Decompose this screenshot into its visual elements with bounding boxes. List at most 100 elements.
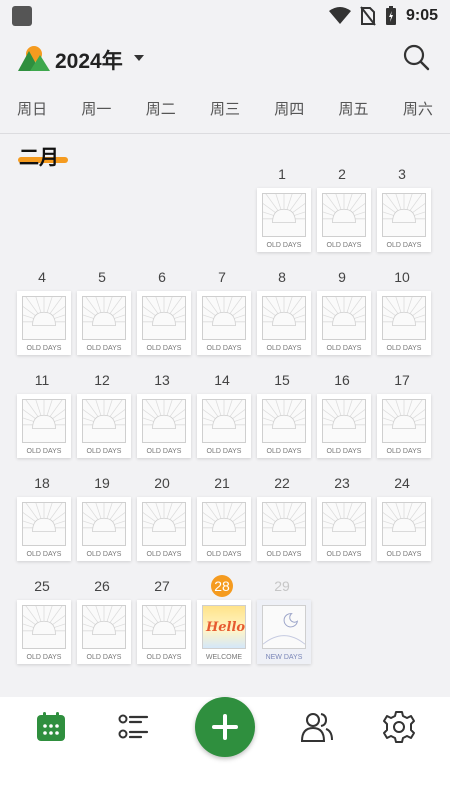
weekday-label: 周三 (209, 101, 240, 118)
stamp-label: OLD DAYS (146, 551, 182, 558)
stamp-label: NEW DAYS (265, 654, 303, 661)
day-stamp[interactable]: OLD DAYS (197, 497, 251, 561)
day-number: 7 (218, 269, 226, 285)
day-stamp[interactable]: OLD DAYS (17, 497, 71, 561)
stamp-label: OLD DAYS (266, 242, 302, 249)
day-number: 10 (394, 269, 410, 285)
weekday-label: 周四 (274, 101, 305, 118)
calendar-icon[interactable] (34, 710, 68, 744)
sunburst-stamp-image (202, 502, 246, 546)
stamp-label: OLD DAYS (206, 345, 242, 352)
day-number: 26 (94, 578, 110, 594)
hello-text: Hello (206, 620, 246, 635)
add-entry-button[interactable] (195, 697, 255, 757)
day-stamp[interactable]: OLD DAYS (17, 600, 71, 664)
day-stamp[interactable]: OLD DAYS (377, 497, 431, 561)
day-number: 11 (34, 372, 50, 388)
day-stamp[interactable]: OLD DAYS (137, 497, 191, 561)
weekday-label: 周六 (402, 101, 433, 118)
today-day-number: 28 (214, 578, 230, 594)
sunburst-stamp-image (322, 502, 366, 546)
chevron-down-icon[interactable] (134, 55, 144, 61)
weekday-label: 周一 (81, 101, 112, 118)
sunburst-stamp-image (82, 296, 126, 340)
day-stamp[interactable]: OLD DAYS (77, 600, 131, 664)
day-stamp[interactable]: OLD DAYS (137, 291, 191, 355)
wifi-icon (328, 7, 351, 24)
stamp-label: OLD DAYS (386, 551, 422, 558)
stamp-label: OLD DAYS (326, 242, 362, 249)
stamp-label: OLD DAYS (386, 242, 422, 249)
gear-icon[interactable] (382, 710, 416, 744)
day-number: 15 (274, 372, 290, 388)
search-icon[interactable] (402, 43, 430, 71)
sunburst-stamp-image (262, 502, 306, 546)
year-selector[interactable]: 2024年 (55, 45, 123, 75)
sunburst-stamp-image (382, 502, 426, 546)
stamp-label: OLD DAYS (266, 345, 302, 352)
no-sim-icon (360, 6, 376, 26)
day-stamp[interactable]: OLD DAYS (257, 497, 311, 561)
sunburst-stamp-image (202, 296, 246, 340)
day-stamp[interactable]: OLD DAYS (17, 291, 71, 355)
weekday-label: 周日 (17, 101, 48, 118)
sunburst-stamp-image (262, 296, 306, 340)
day-stamp[interactable]: OLD DAYS (17, 394, 71, 458)
day-stamp[interactable]: OLD DAYS (317, 291, 371, 355)
day-stamp[interactable]: OLD DAYS (377, 291, 431, 355)
weekday-header: 周日 周一 周二 周三 周四 周五 周六 (0, 90, 450, 130)
sunburst-stamp-image (262, 193, 306, 237)
day-stamp[interactable]: OLD DAYS (317, 188, 371, 252)
day-number: 22 (274, 475, 290, 491)
today-stamp[interactable]: Hello WELCOME (197, 600, 251, 664)
stamp-label: OLD DAYS (86, 551, 122, 558)
stamp-label: OLD DAYS (26, 345, 62, 352)
mountain-sun-logo-icon (18, 46, 50, 71)
people-icon[interactable] (300, 710, 334, 744)
stamp-label: OLD DAYS (326, 551, 362, 558)
day-number: 24 (394, 475, 410, 491)
day-stamp[interactable]: OLD DAYS (137, 394, 191, 458)
sunburst-stamp-image (262, 605, 306, 649)
stamp-label: OLD DAYS (326, 448, 362, 455)
stamp-label: OLD DAYS (86, 345, 122, 352)
day-number: 16 (334, 372, 350, 388)
day-stamp[interactable]: OLD DAYS (77, 394, 131, 458)
day-stamp[interactable]: OLD DAYS (197, 291, 251, 355)
day-number: 2 (338, 166, 346, 182)
stamp-label: OLD DAYS (266, 551, 302, 558)
sunburst-stamp-image (322, 399, 366, 443)
day-stamp[interactable]: OLD DAYS (257, 394, 311, 458)
day-number: 9 (338, 269, 346, 285)
sunburst-stamp-image (322, 193, 366, 237)
weekday-label: 周二 (145, 101, 176, 118)
day-number: 1 (278, 166, 286, 182)
sunburst-stamp-image (22, 296, 66, 340)
day-stamp[interactable]: OLD DAYS (77, 497, 131, 561)
day-stamp[interactable]: OLD DAYS (317, 394, 371, 458)
hello-stamp-image: Hello (202, 605, 246, 649)
day-number: 27 (154, 578, 170, 594)
future-stamp[interactable]: NEW DAYS (257, 600, 311, 664)
day-number: 13 (154, 372, 170, 388)
sunburst-stamp-image (82, 399, 126, 443)
day-stamp[interactable]: OLD DAYS (77, 291, 131, 355)
day-number: 17 (394, 372, 410, 388)
list-icon[interactable] (116, 710, 150, 744)
day-number: 4 (38, 269, 46, 285)
month-label: 二月 (19, 147, 59, 169)
day-number: 3 (398, 166, 406, 182)
day-stamp[interactable]: OLD DAYS (317, 497, 371, 561)
sunburst-stamp-image (202, 399, 246, 443)
day-number: 8 (278, 269, 286, 285)
stamp-label: OLD DAYS (266, 448, 302, 455)
day-stamp[interactable]: OLD DAYS (257, 188, 311, 252)
sunburst-stamp-image (142, 296, 186, 340)
sunburst-stamp-image (382, 193, 426, 237)
day-stamp[interactable]: OLD DAYS (257, 291, 311, 355)
day-stamp[interactable]: OLD DAYS (137, 600, 191, 664)
sunburst-stamp-image (262, 399, 306, 443)
day-stamp[interactable]: OLD DAYS (377, 394, 431, 458)
day-stamp[interactable]: OLD DAYS (377, 188, 431, 252)
day-stamp[interactable]: OLD DAYS (197, 394, 251, 458)
